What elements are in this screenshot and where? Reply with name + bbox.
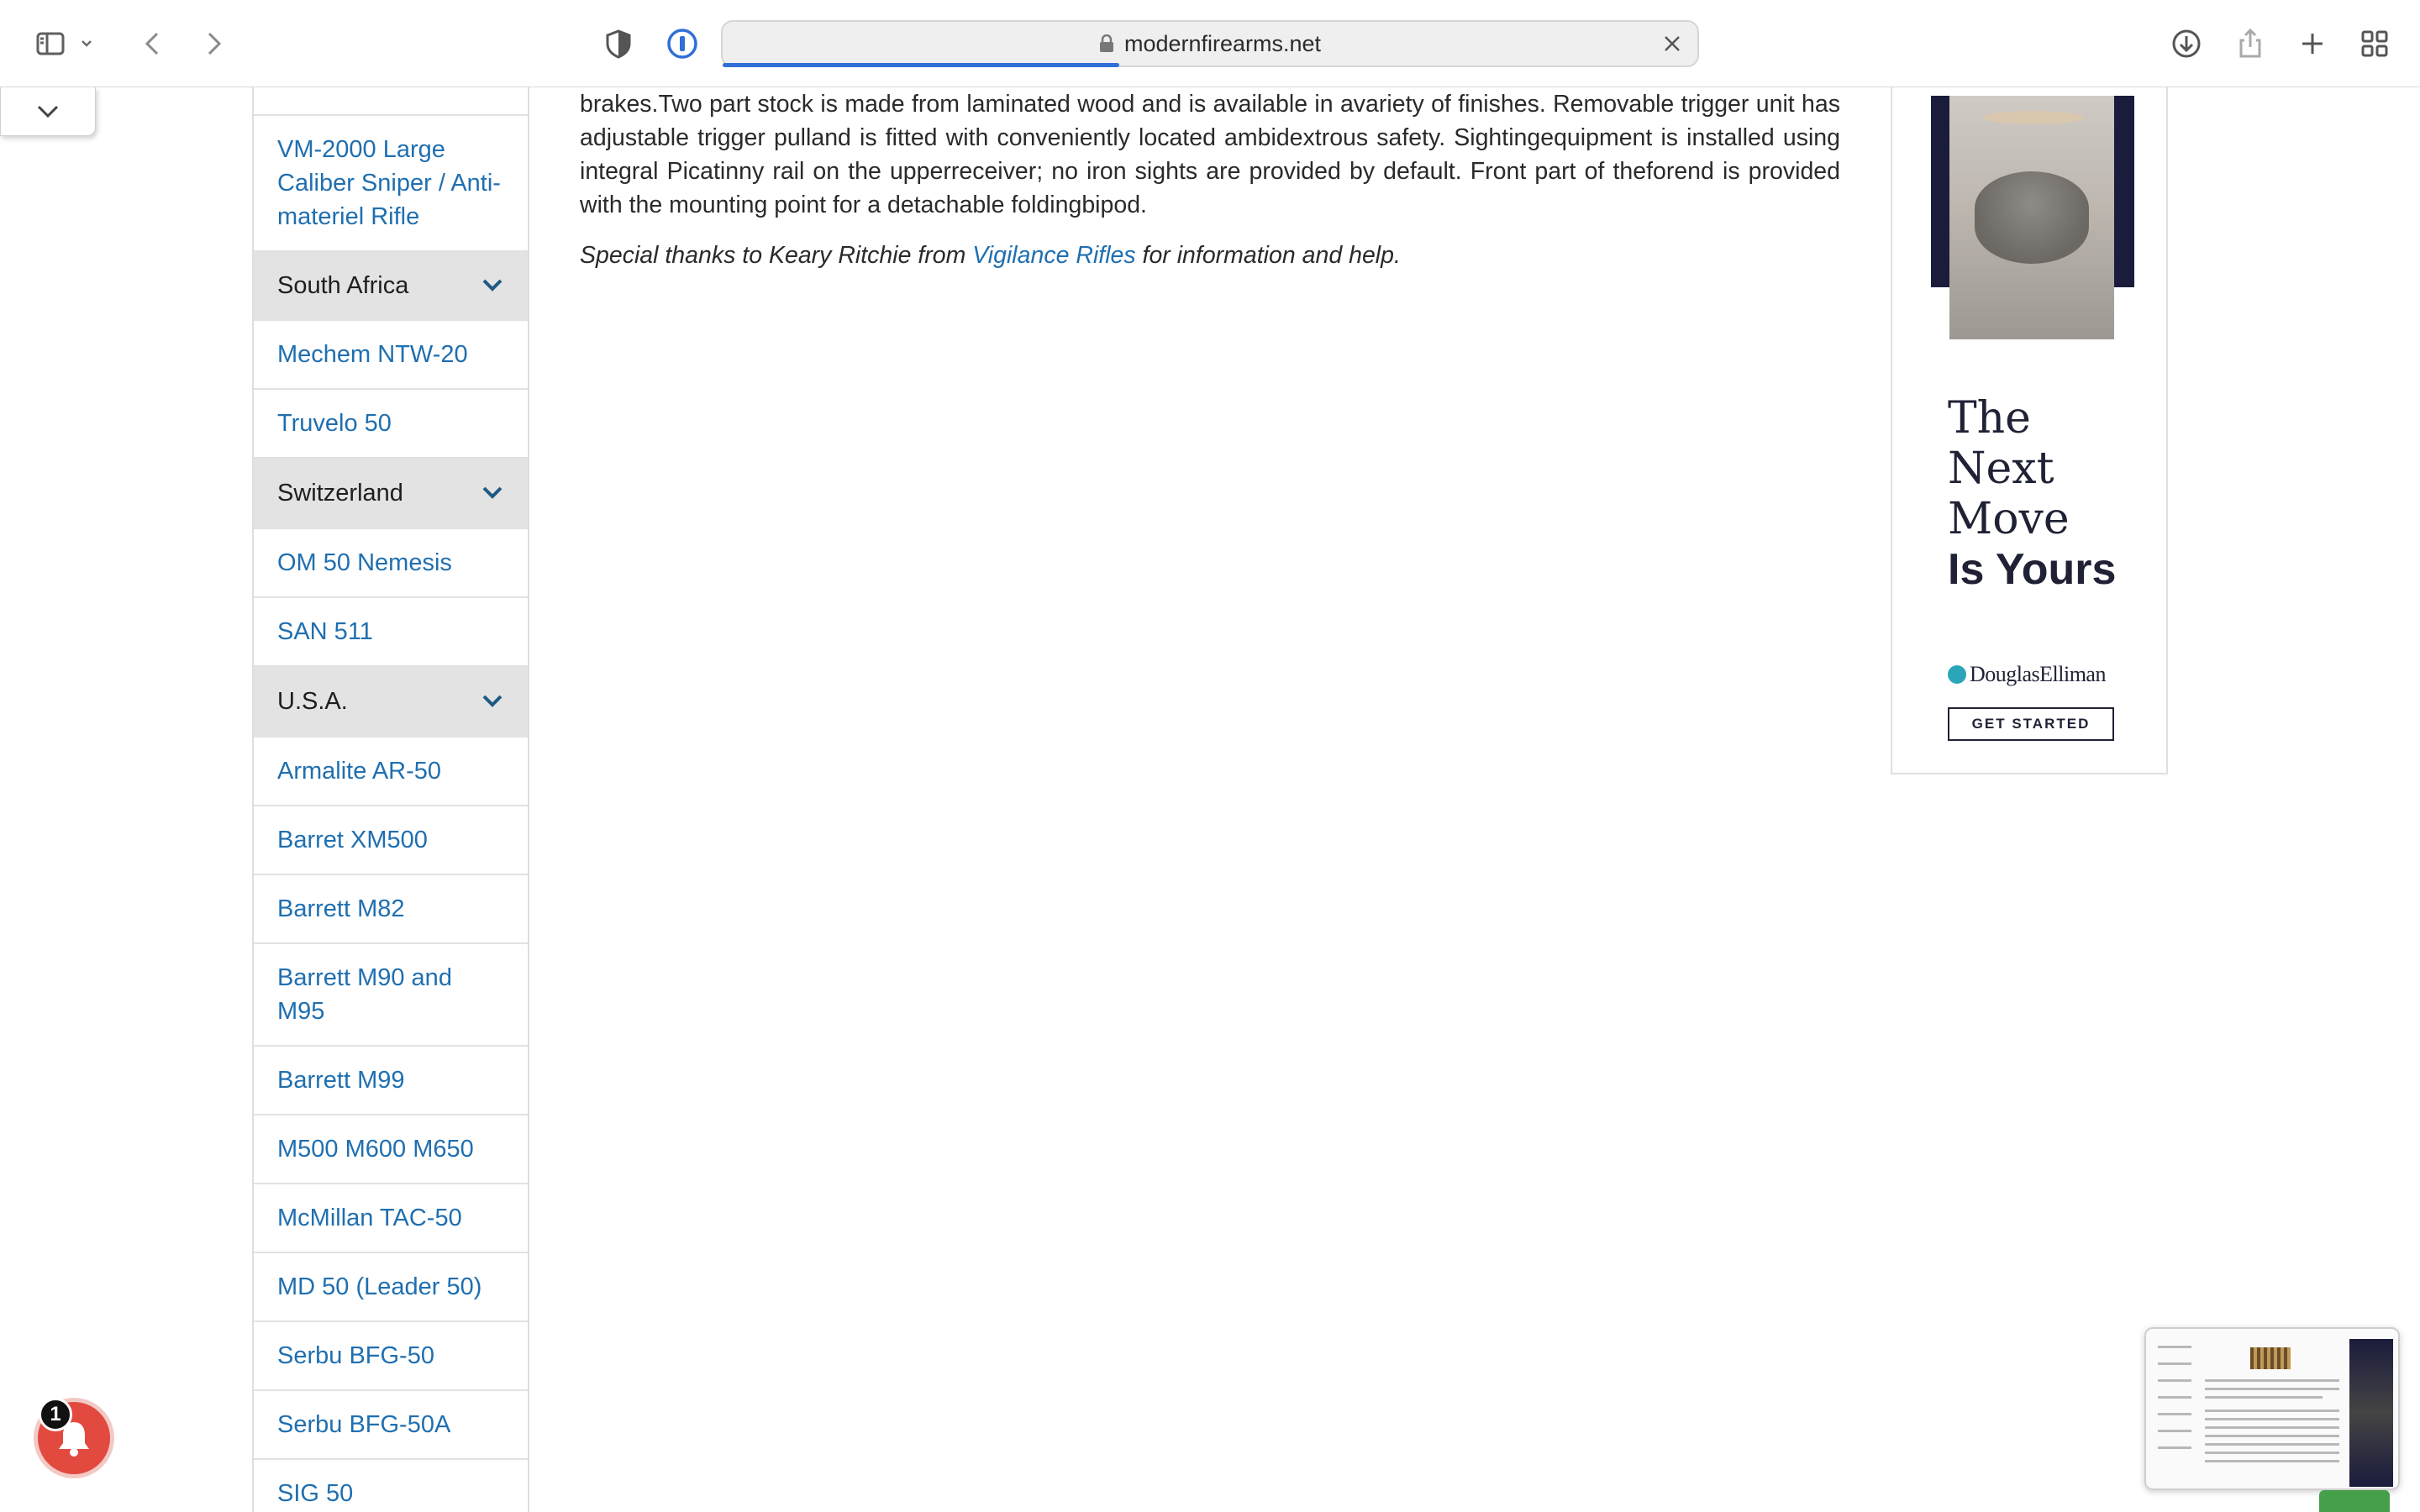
- share-icon[interactable]: [2227, 20, 2274, 67]
- sidebar-item-armalite-ar50[interactable]: Armalite AR-50: [254, 738, 528, 806]
- thumb-sidebar-line: [2158, 1413, 2191, 1415]
- new-tab-icon[interactable]: [2289, 20, 2336, 67]
- sidebar-item-vm2000[interactable]: VM-2000 Large Caliber Sniper / Anti-mate…: [254, 116, 528, 252]
- vigilance-rifles-link[interactable]: Vigilance Rifles: [972, 242, 1135, 269]
- sidebar-item-barrett-m82[interactable]: Barrett M82: [254, 875, 528, 944]
- sidebar-item-label: M500 M600 M650: [277, 1136, 474, 1163]
- thumb-text-line: [2205, 1410, 2339, 1412]
- brand-mark-icon: [1948, 665, 1966, 684]
- password-manager-icon[interactable]: [659, 20, 706, 67]
- sidebar-toggle-icon[interactable]: [27, 20, 74, 67]
- address-bar[interactable]: modernfirearms.net: [721, 20, 1699, 67]
- sidebar-item-m500-m600-m650[interactable]: M500 M600 M650: [254, 1116, 528, 1184]
- thumb-text-line: [2205, 1379, 2339, 1382]
- sidebar-item-label: Barret XM500: [277, 827, 428, 853]
- chevron-down-icon: [37, 105, 59, 118]
- get-started-button[interactable]: GET STARTED: [1948, 707, 2114, 741]
- browser-toolbar: modernfirearms.net: [0, 0, 2420, 87]
- clear-url-icon[interactable]: [1657, 29, 1687, 59]
- sidebar-item-truvelo-50[interactable]: Truvelo 50: [254, 390, 528, 459]
- thumb-ad: [2349, 1339, 2393, 1487]
- thumb-text-line: [2205, 1388, 2339, 1390]
- downloads-icon[interactable]: [2163, 20, 2210, 67]
- sidebar-item-label: U.S.A.: [277, 688, 348, 715]
- thumb-sidebar-line: [2158, 1362, 2191, 1365]
- url-display[interactable]: modernfirearms.net: [723, 22, 1697, 66]
- sidebar-item-label: Barrett M82: [277, 895, 405, 922]
- lock-icon: [1099, 34, 1113, 52]
- sidebar-item-label: McMillan TAC-50: [277, 1205, 462, 1231]
- collapse-panel-button[interactable]: [0, 87, 96, 136]
- thumb-sidebar-line: [2158, 1430, 2191, 1432]
- thumb-sidebar-line: [2158, 1379, 2191, 1382]
- page-thumbnail-preview[interactable]: [2144, 1327, 2400, 1490]
- sidebar-nav: VM-2000 Large Caliber Sniper / Anti-mate…: [252, 87, 529, 1512]
- thanks-note: Special thanks to Keary Ritchie from Vig…: [580, 242, 1401, 269]
- thumb-text-line: [2205, 1426, 2339, 1429]
- thumb-text-line: [2205, 1418, 2339, 1420]
- ad-photo: [1949, 96, 2114, 339]
- ad-pouf-shape: [1975, 171, 2089, 264]
- sidebar-item-mcmillan-tac50[interactable]: McMillan TAC-50: [254, 1184, 528, 1253]
- sidebar-item-label: SAN 511: [277, 618, 373, 645]
- article-paragraph: brakes.Two part stock is made from lamin…: [580, 91, 1840, 218]
- sidebar-item-label: Serbu BFG-50: [277, 1342, 434, 1369]
- sidebar-item-label: SIG 50: [277, 1480, 354, 1507]
- thumb-text-line: [2205, 1452, 2339, 1454]
- thumb-text-line: [2205, 1435, 2339, 1437]
- thumb-text-line: [2205, 1460, 2339, 1462]
- sidebar-item-label: Barrett M99: [277, 1067, 405, 1094]
- sidebar-item-label: Serbu BFG-50A: [277, 1411, 451, 1438]
- thumb-text-line: [2205, 1443, 2339, 1446]
- sidebar-item-label: Switzerland: [277, 480, 403, 507]
- advertisement[interactable]: The Next Move Is Yours DouglasElliman GE…: [1891, 87, 2168, 774]
- sidebar-menu-chevron-icon[interactable]: [74, 20, 99, 67]
- article-content: brakes.Two part stock is made from lamin…: [580, 87, 1840, 272]
- thumb-sidebar-line: [2158, 1446, 2191, 1449]
- thumb-sidebar-line: [2158, 1396, 2191, 1399]
- thumb-text-line: [2205, 1396, 2323, 1399]
- chevron-down-icon: [482, 486, 502, 499]
- sidebar-country-south-africa[interactable]: South Africa: [254, 252, 528, 321]
- sidebar-item-serbu-bfg50[interactable]: Serbu BFG-50: [254, 1322, 528, 1391]
- sidebar-country-switzerland[interactable]: Switzerland: [254, 459, 528, 529]
- ad-image: [1931, 96, 2134, 339]
- thumb-sidebar-line: [2158, 1346, 2191, 1348]
- sidebar-item-barrett-m90-m95[interactable]: Barrett M90 and M95: [254, 944, 528, 1047]
- sidebar-item-md50[interactable]: MD 50 (Leader 50): [254, 1253, 528, 1322]
- sidebar-item-san-511[interactable]: SAN 511: [254, 598, 528, 667]
- notification-count-badge: 1: [39, 1398, 72, 1431]
- sidebar-item-partial[interactable]: [254, 87, 528, 116]
- ad-brand-logo: DouglasElliman: [1948, 662, 2106, 687]
- sidebar-item-label: MD 50 (Leader 50): [277, 1273, 482, 1300]
- sidebar-item-label: OM 50 Nemesis: [277, 549, 452, 576]
- sidebar-item-label: Barrett M90 and M95: [277, 964, 452, 1025]
- sidebar-item-label: Mechem NTW-20: [277, 341, 468, 368]
- sidebar-item-label: South Africa: [277, 272, 409, 299]
- thumb-image: [2250, 1347, 2291, 1369]
- ad-headline: The Next Move Is Yours: [1948, 393, 2117, 594]
- sidebar-item-barret-xm500[interactable]: Barret XM500: [254, 806, 528, 875]
- chevron-down-icon: [482, 279, 502, 291]
- sidebar-item-label: Truvelo 50: [277, 410, 392, 437]
- url-text: modernfirearms.net: [1123, 30, 1322, 56]
- ad-table-shape: [1983, 111, 2084, 124]
- chevron-down-icon: [482, 695, 502, 707]
- floating-green-button[interactable]: [2319, 1490, 2390, 1512]
- sidebar-item-barrett-m99[interactable]: Barrett M99: [254, 1047, 528, 1116]
- tab-overview-icon[interactable]: [2351, 20, 2398, 67]
- back-icon[interactable]: [129, 20, 176, 67]
- sidebar-country-usa[interactable]: U.S.A.: [254, 667, 528, 738]
- sidebar-item-sig-50[interactable]: SIG 50: [254, 1460, 528, 1512]
- sidebar-item-om50-nemesis[interactable]: OM 50 Nemesis: [254, 529, 528, 598]
- sidebar-item-serbu-bfg50a[interactable]: Serbu BFG-50A: [254, 1391, 528, 1460]
- forward-icon[interactable]: [190, 20, 237, 67]
- sidebar-item-mechem-ntw20[interactable]: Mechem NTW-20: [254, 321, 528, 390]
- privacy-shield-icon[interactable]: [595, 20, 642, 67]
- sidebar-item-label: VM-2000 Large Caliber Sniper / Anti-mate…: [277, 136, 501, 230]
- sidebar-item-label: Armalite AR-50: [277, 758, 442, 785]
